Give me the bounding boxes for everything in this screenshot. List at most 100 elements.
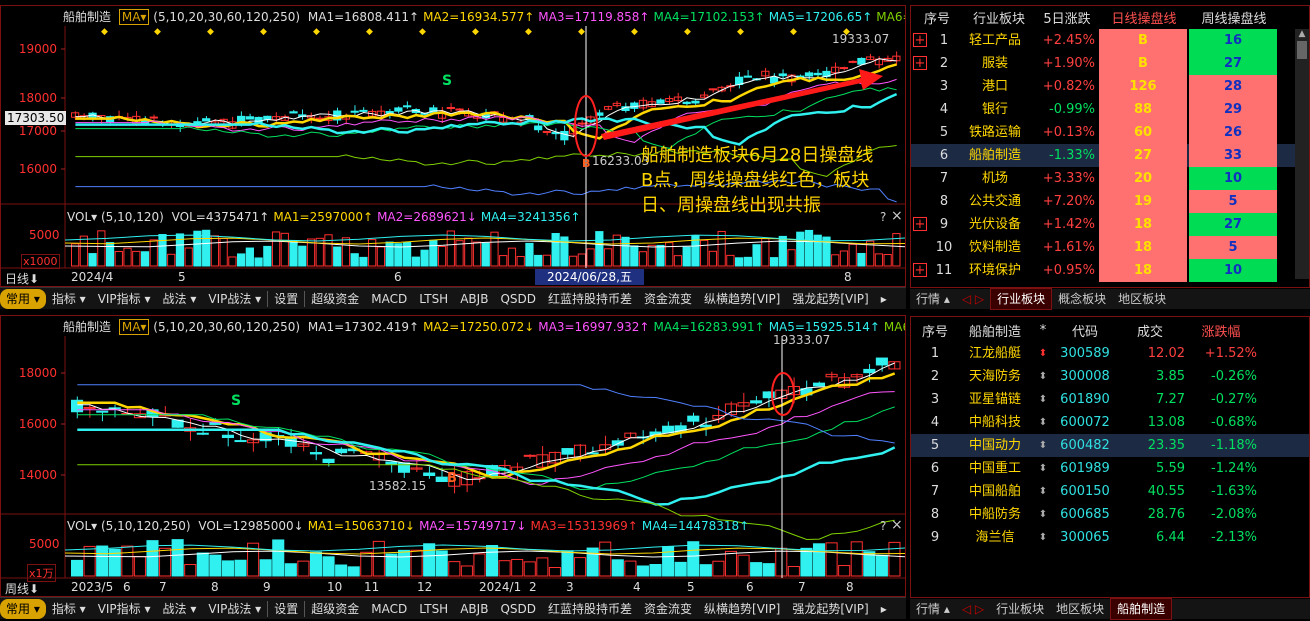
bottom-period-label[interactable]: 周线⬇ bbox=[5, 580, 39, 596]
stock-hdr-code[interactable]: 代码 bbox=[1055, 321, 1115, 340]
top-chart-panel[interactable]: 19000 18000 17000 16000 ◆ ◆ ◆ ◆ ◆ ◆ ◆ ◆ ◆ ◆ ◆ ◆ ◆ ◆ ◆ 船舶制造… bbox=[0, 5, 906, 287]
toolbar-button-3[interactable]: VIP指标 ▾ bbox=[92, 599, 157, 619]
toolbar-button-8[interactable]: MACD bbox=[365, 289, 413, 309]
sector-week-value: 28 bbox=[1189, 75, 1277, 98]
stock-row[interactable]: 8 中船防务 ⬍ 600685 28.76 -2.08% bbox=[911, 503, 1309, 526]
toolbar-button-11[interactable]: QSDD bbox=[494, 599, 542, 619]
toolbar-button-6[interactable]: 设置 bbox=[268, 599, 304, 619]
toolbar-button-8[interactable]: MACD bbox=[365, 599, 413, 619]
stock-row[interactable]: 6 中国重工 ⬍ 601989 5.59 -1.24% bbox=[911, 457, 1309, 480]
top-period-label[interactable]: 日线⬇ bbox=[5, 270, 39, 286]
volume-bar bbox=[71, 559, 84, 577]
toolbar-button-13[interactable]: 资金流变 bbox=[638, 289, 698, 309]
tab-3[interactable]: 概念板块 bbox=[1052, 289, 1112, 309]
scroll-right-icon[interactable]: ▸ bbox=[875, 599, 893, 619]
tab-3[interactable]: 地区板块 bbox=[1050, 599, 1110, 619]
stock-row[interactable]: 9 海兰信 ⬍ 300065 6.44 -2.13% bbox=[911, 526, 1309, 549]
toolbar-button-1[interactable]: 常用 ▾ bbox=[0, 288, 46, 309]
sector-scrollbar[interactable]: ▲ bbox=[1295, 29, 1309, 279]
toolbar-button-10[interactable]: ABJB bbox=[454, 289, 494, 309]
stock-row[interactable]: 1 江龙船艇 ⬍ 300589 12.02 +1.52% bbox=[911, 342, 1309, 365]
bottom-vol-help-icon[interactable]: ? bbox=[880, 519, 886, 533]
bottom-kline-chart[interactable]: 18000 16000 14000 bbox=[1, 316, 906, 597]
sector-row[interactable]: +11 环境保护 +0.95% 18 10 bbox=[911, 259, 1295, 282]
tab-2[interactable]: 行业板块 bbox=[990, 599, 1050, 619]
candle-body bbox=[708, 88, 718, 91]
sector-row[interactable]: +2 服装 +1.90% B 27 bbox=[911, 52, 1295, 75]
toolbar-button-7[interactable]: 超级资金 bbox=[305, 599, 365, 619]
toolbar-button-14[interactable]: 纵横趋势[VIP] bbox=[698, 599, 786, 619]
tab-nav-arrows-icon[interactable]: ◁ ▷ bbox=[956, 599, 990, 619]
sector-row[interactable]: 6 船舶制造 -1.33% 27 33 bbox=[911, 144, 1295, 167]
stock-hdr-chg[interactable]: 涨跌幅 bbox=[1185, 321, 1257, 340]
stock-hdr-no[interactable]: 序号 bbox=[911, 321, 959, 340]
sector-hdr-name[interactable]: 行业板块 bbox=[963, 8, 1035, 27]
stock-row[interactable]: 7 中国船舶 ⬍ 600150 40.55 -1.63% bbox=[911, 480, 1309, 503]
stock-hdr-star[interactable]: * bbox=[1031, 323, 1055, 338]
top-vol-help-icon[interactable]: ? bbox=[880, 210, 886, 224]
volume-bar bbox=[735, 257, 744, 267]
toolbar-button-11[interactable]: QSDD bbox=[494, 289, 542, 309]
scroll-thumb[interactable] bbox=[1297, 41, 1307, 59]
sector-row[interactable]: 4 银行 -0.99% 88 29 bbox=[911, 98, 1295, 121]
sector-hdr-chg[interactable]: 5日涨跌 bbox=[1035, 8, 1099, 27]
stock-hdr-name[interactable]: 船舶制造 bbox=[959, 321, 1031, 340]
top-indicator-select[interactable]: MA▾ bbox=[118, 9, 150, 25]
tab-nav-arrows-icon[interactable]: ◁ ▷ bbox=[956, 289, 990, 309]
tab-4[interactable]: 地区板块 bbox=[1112, 289, 1172, 309]
toolbar-button-3[interactable]: VIP指标 ▾ bbox=[92, 289, 157, 309]
top-vol-close-icon[interactable]: × bbox=[891, 208, 903, 224]
sector-row[interactable]: 8 公共交通 +7.20% 19 5 bbox=[911, 190, 1295, 213]
toolbar-button-6[interactable]: 设置 bbox=[268, 289, 304, 309]
toolbar-button-13[interactable]: 资金流变 bbox=[638, 599, 698, 619]
bottom-vol-close-icon[interactable]: × bbox=[891, 517, 903, 533]
toolbar-button-15[interactable]: 强龙起势[VIP] bbox=[786, 289, 874, 309]
toolbar-button-5[interactable]: VIP战法 ▾ bbox=[202, 289, 267, 309]
volume-bar bbox=[133, 556, 146, 577]
toolbar-button-9[interactable]: LTSH bbox=[413, 289, 454, 309]
toolbar-button-2[interactable]: 指标 ▾ bbox=[46, 289, 92, 309]
sector-hdr-day[interactable]: 日线操盘线 bbox=[1099, 8, 1189, 27]
expand-plus-icon[interactable]: + bbox=[913, 56, 927, 70]
scroll-right-icon[interactable]: ▸ bbox=[875, 289, 893, 309]
stock-row[interactable]: 2 天海防务 ⬍ 300008 3.85 -0.26% bbox=[911, 365, 1309, 388]
toolbar-button-1[interactable]: 常用 ▾ bbox=[0, 598, 46, 619]
ma-value-2: MA2=16934.577↑ bbox=[423, 10, 535, 24]
bottom-indicator-select[interactable]: MA▾ bbox=[118, 319, 150, 335]
row-spacer bbox=[911, 167, 929, 190]
bottom-ma-params: (5,10,20,30,60,120,250) bbox=[153, 320, 301, 334]
toolbar-button-14[interactable]: 纵横趋势[VIP] bbox=[698, 289, 786, 309]
sector-hdr-no[interactable]: 序号 bbox=[911, 8, 963, 27]
scroll-up-icon[interactable]: ▲ bbox=[1295, 29, 1309, 39]
chevron-down-icon: ▾ bbox=[91, 210, 98, 224]
sector-row[interactable]: 3 港口 +0.82% 126 28 bbox=[911, 75, 1295, 98]
sector-hdr-week[interactable]: 周线操盘线 bbox=[1189, 8, 1279, 27]
toolbar-button-4[interactable]: 战法 ▾ bbox=[157, 599, 203, 619]
toolbar-button-4[interactable]: 战法 ▾ bbox=[157, 289, 203, 309]
expand-plus-icon[interactable]: + bbox=[913, 263, 927, 277]
toolbar-button-9[interactable]: LTSH bbox=[413, 599, 454, 619]
stock-hdr-price[interactable]: 成交 bbox=[1115, 321, 1185, 340]
expand-plus-icon[interactable]: + bbox=[913, 33, 927, 47]
toolbar-button-12[interactable]: 红蓝持股持币差 bbox=[542, 289, 638, 309]
toolbar-button-12[interactable]: 红蓝持股持币差 bbox=[542, 599, 638, 619]
stock-row[interactable]: 4 中船科技 ⬍ 600072 13.08 -0.68% bbox=[911, 411, 1309, 434]
sector-row[interactable]: +1 轻工产品 +2.45% B 16 bbox=[911, 29, 1295, 52]
toolbar-button-15[interactable]: 强龙起势[VIP] bbox=[786, 599, 874, 619]
toolbar-button-2[interactable]: 指标 ▾ bbox=[46, 599, 92, 619]
stock-row[interactable]: 5 中国动力 ⬍ 600482 23.35 -1.18% bbox=[911, 434, 1309, 457]
tab-1[interactable]: 行情 ▴ bbox=[910, 289, 956, 309]
sector-row[interactable]: 5 铁路运输 +0.13% 60 26 bbox=[911, 121, 1295, 144]
stock-row[interactable]: 3 亚星锚链 ⬍ 601890 7.27 -0.27% bbox=[911, 388, 1309, 411]
bottom-chart-panel[interactable]: 18000 16000 14000 船舶制造 MA▾ (5,10,20,30,60,… bbox=[0, 315, 906, 597]
tab-2[interactable]: 行业板块 bbox=[990, 288, 1053, 310]
toolbar-button-5[interactable]: VIP战法 ▾ bbox=[202, 599, 267, 619]
sector-row[interactable]: 7 机场 +3.33% 20 10 bbox=[911, 167, 1295, 190]
sector-row[interactable]: 10 饮料制造 +1.61% 18 5 bbox=[911, 236, 1295, 259]
tab-4[interactable]: 船舶制造 bbox=[1110, 598, 1173, 620]
expand-plus-icon[interactable]: + bbox=[913, 217, 927, 231]
toolbar-button-10[interactable]: ABJB bbox=[454, 599, 494, 619]
tab-1[interactable]: 行情 ▴ bbox=[910, 599, 956, 619]
sector-row[interactable]: +9 光伏设备 +1.42% 18 27 bbox=[911, 213, 1295, 236]
toolbar-button-7[interactable]: 超级资金 bbox=[305, 289, 365, 309]
